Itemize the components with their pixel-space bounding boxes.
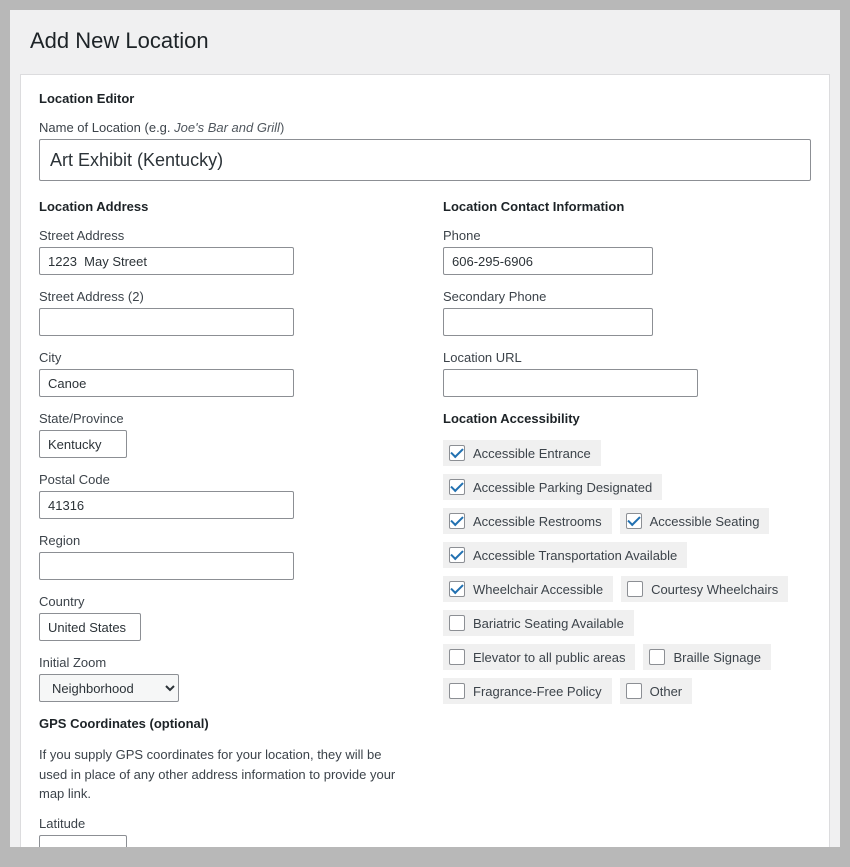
phone2-label: Secondary Phone bbox=[443, 289, 811, 304]
city-input[interactable] bbox=[39, 369, 294, 397]
accessibility-option[interactable]: Wheelchair Accessible bbox=[443, 576, 613, 602]
state-input[interactable] bbox=[39, 430, 127, 458]
accessibility-option[interactable]: Bariatric Seating Available bbox=[443, 610, 634, 636]
accessibility-option[interactable]: Braille Signage bbox=[643, 644, 770, 670]
accessibility-label: Bariatric Seating Available bbox=[473, 616, 624, 631]
accessibility-label: Wheelchair Accessible bbox=[473, 582, 603, 597]
checkbox-icon[interactable] bbox=[649, 649, 665, 665]
checkbox-icon[interactable] bbox=[627, 581, 643, 597]
lat-input[interactable] bbox=[39, 835, 127, 848]
street-input[interactable] bbox=[39, 247, 294, 275]
accessibility-heading: Location Accessibility bbox=[443, 411, 811, 426]
state-label: State/Province bbox=[39, 411, 407, 426]
street2-label: Street Address (2) bbox=[39, 289, 407, 304]
accessibility-option[interactable]: Elevator to all public areas bbox=[443, 644, 635, 670]
name-label: Name of Location (e.g. Joe's Bar and Gri… bbox=[39, 120, 811, 135]
accessibility-label: Fragrance-Free Policy bbox=[473, 684, 602, 699]
postal-input[interactable] bbox=[39, 491, 294, 519]
accessibility-label: Braille Signage bbox=[673, 650, 760, 665]
checkbox-icon[interactable] bbox=[626, 513, 642, 529]
contact-heading: Location Contact Information bbox=[443, 199, 811, 214]
checkbox-icon[interactable] bbox=[626, 683, 642, 699]
accessibility-label: Accessible Seating bbox=[650, 514, 760, 529]
accessibility-option[interactable]: Accessible Restrooms bbox=[443, 508, 612, 534]
city-label: City bbox=[39, 350, 407, 365]
checkbox-icon[interactable] bbox=[449, 513, 465, 529]
contact-column: Location Contact Information Phone Secon… bbox=[443, 199, 811, 847]
gps-heading: GPS Coordinates (optional) bbox=[39, 716, 407, 731]
accessibility-option[interactable]: Courtesy Wheelchairs bbox=[621, 576, 788, 602]
accessibility-option[interactable]: Accessible Entrance bbox=[443, 440, 601, 466]
panel-heading: Location Editor bbox=[39, 91, 811, 106]
zoom-select[interactable]: Neighborhood bbox=[39, 674, 179, 702]
country-input[interactable] bbox=[39, 613, 141, 641]
accessibility-label: Elevator to all public areas bbox=[473, 650, 625, 665]
region-label: Region bbox=[39, 533, 407, 548]
accessibility-label: Accessible Parking Designated bbox=[473, 480, 652, 495]
checkbox-icon[interactable] bbox=[449, 615, 465, 631]
accessibility-grid: Accessible Entrance Accessible Parking De… bbox=[443, 440, 811, 704]
checkbox-icon[interactable] bbox=[449, 581, 465, 597]
accessibility-option[interactable]: Accessible Parking Designated bbox=[443, 474, 662, 500]
accessibility-label: Courtesy Wheelchairs bbox=[651, 582, 778, 597]
street2-input[interactable] bbox=[39, 308, 294, 336]
phone-label: Phone bbox=[443, 228, 811, 243]
region-input[interactable] bbox=[39, 552, 294, 580]
accessibility-label: Accessible Entrance bbox=[473, 446, 591, 461]
gps-help: If you supply GPS coordinates for your l… bbox=[39, 745, 407, 804]
page-title: Add New Location bbox=[20, 20, 830, 74]
checkbox-icon[interactable] bbox=[449, 547, 465, 563]
country-label: Country bbox=[39, 594, 407, 609]
checkbox-icon[interactable] bbox=[449, 683, 465, 699]
street-label: Street Address bbox=[39, 228, 407, 243]
address-heading: Location Address bbox=[39, 199, 407, 214]
checkbox-icon[interactable] bbox=[449, 445, 465, 461]
postal-label: Postal Code bbox=[39, 472, 407, 487]
location-editor-panel: Location Editor Name of Location (e.g. J… bbox=[20, 74, 830, 847]
location-name-input[interactable] bbox=[39, 139, 811, 181]
phone2-input[interactable] bbox=[443, 308, 653, 336]
accessibility-label: Other bbox=[650, 684, 683, 699]
phone-input[interactable] bbox=[443, 247, 653, 275]
zoom-label: Initial Zoom bbox=[39, 655, 407, 670]
accessibility-option[interactable]: Fragrance-Free Policy bbox=[443, 678, 612, 704]
url-input[interactable] bbox=[443, 369, 698, 397]
accessibility-label: Accessible Transportation Available bbox=[473, 548, 677, 563]
accessibility-label: Accessible Restrooms bbox=[473, 514, 602, 529]
address-column: Location Address Street Address Street A… bbox=[39, 199, 407, 847]
url-label: Location URL bbox=[443, 350, 811, 365]
accessibility-option[interactable]: Other bbox=[620, 678, 693, 704]
checkbox-icon[interactable] bbox=[449, 649, 465, 665]
lat-label: Latitude bbox=[39, 816, 407, 831]
accessibility-option[interactable]: Accessible Transportation Available bbox=[443, 542, 687, 568]
checkbox-icon[interactable] bbox=[449, 479, 465, 495]
accessibility-option[interactable]: Accessible Seating bbox=[620, 508, 770, 534]
